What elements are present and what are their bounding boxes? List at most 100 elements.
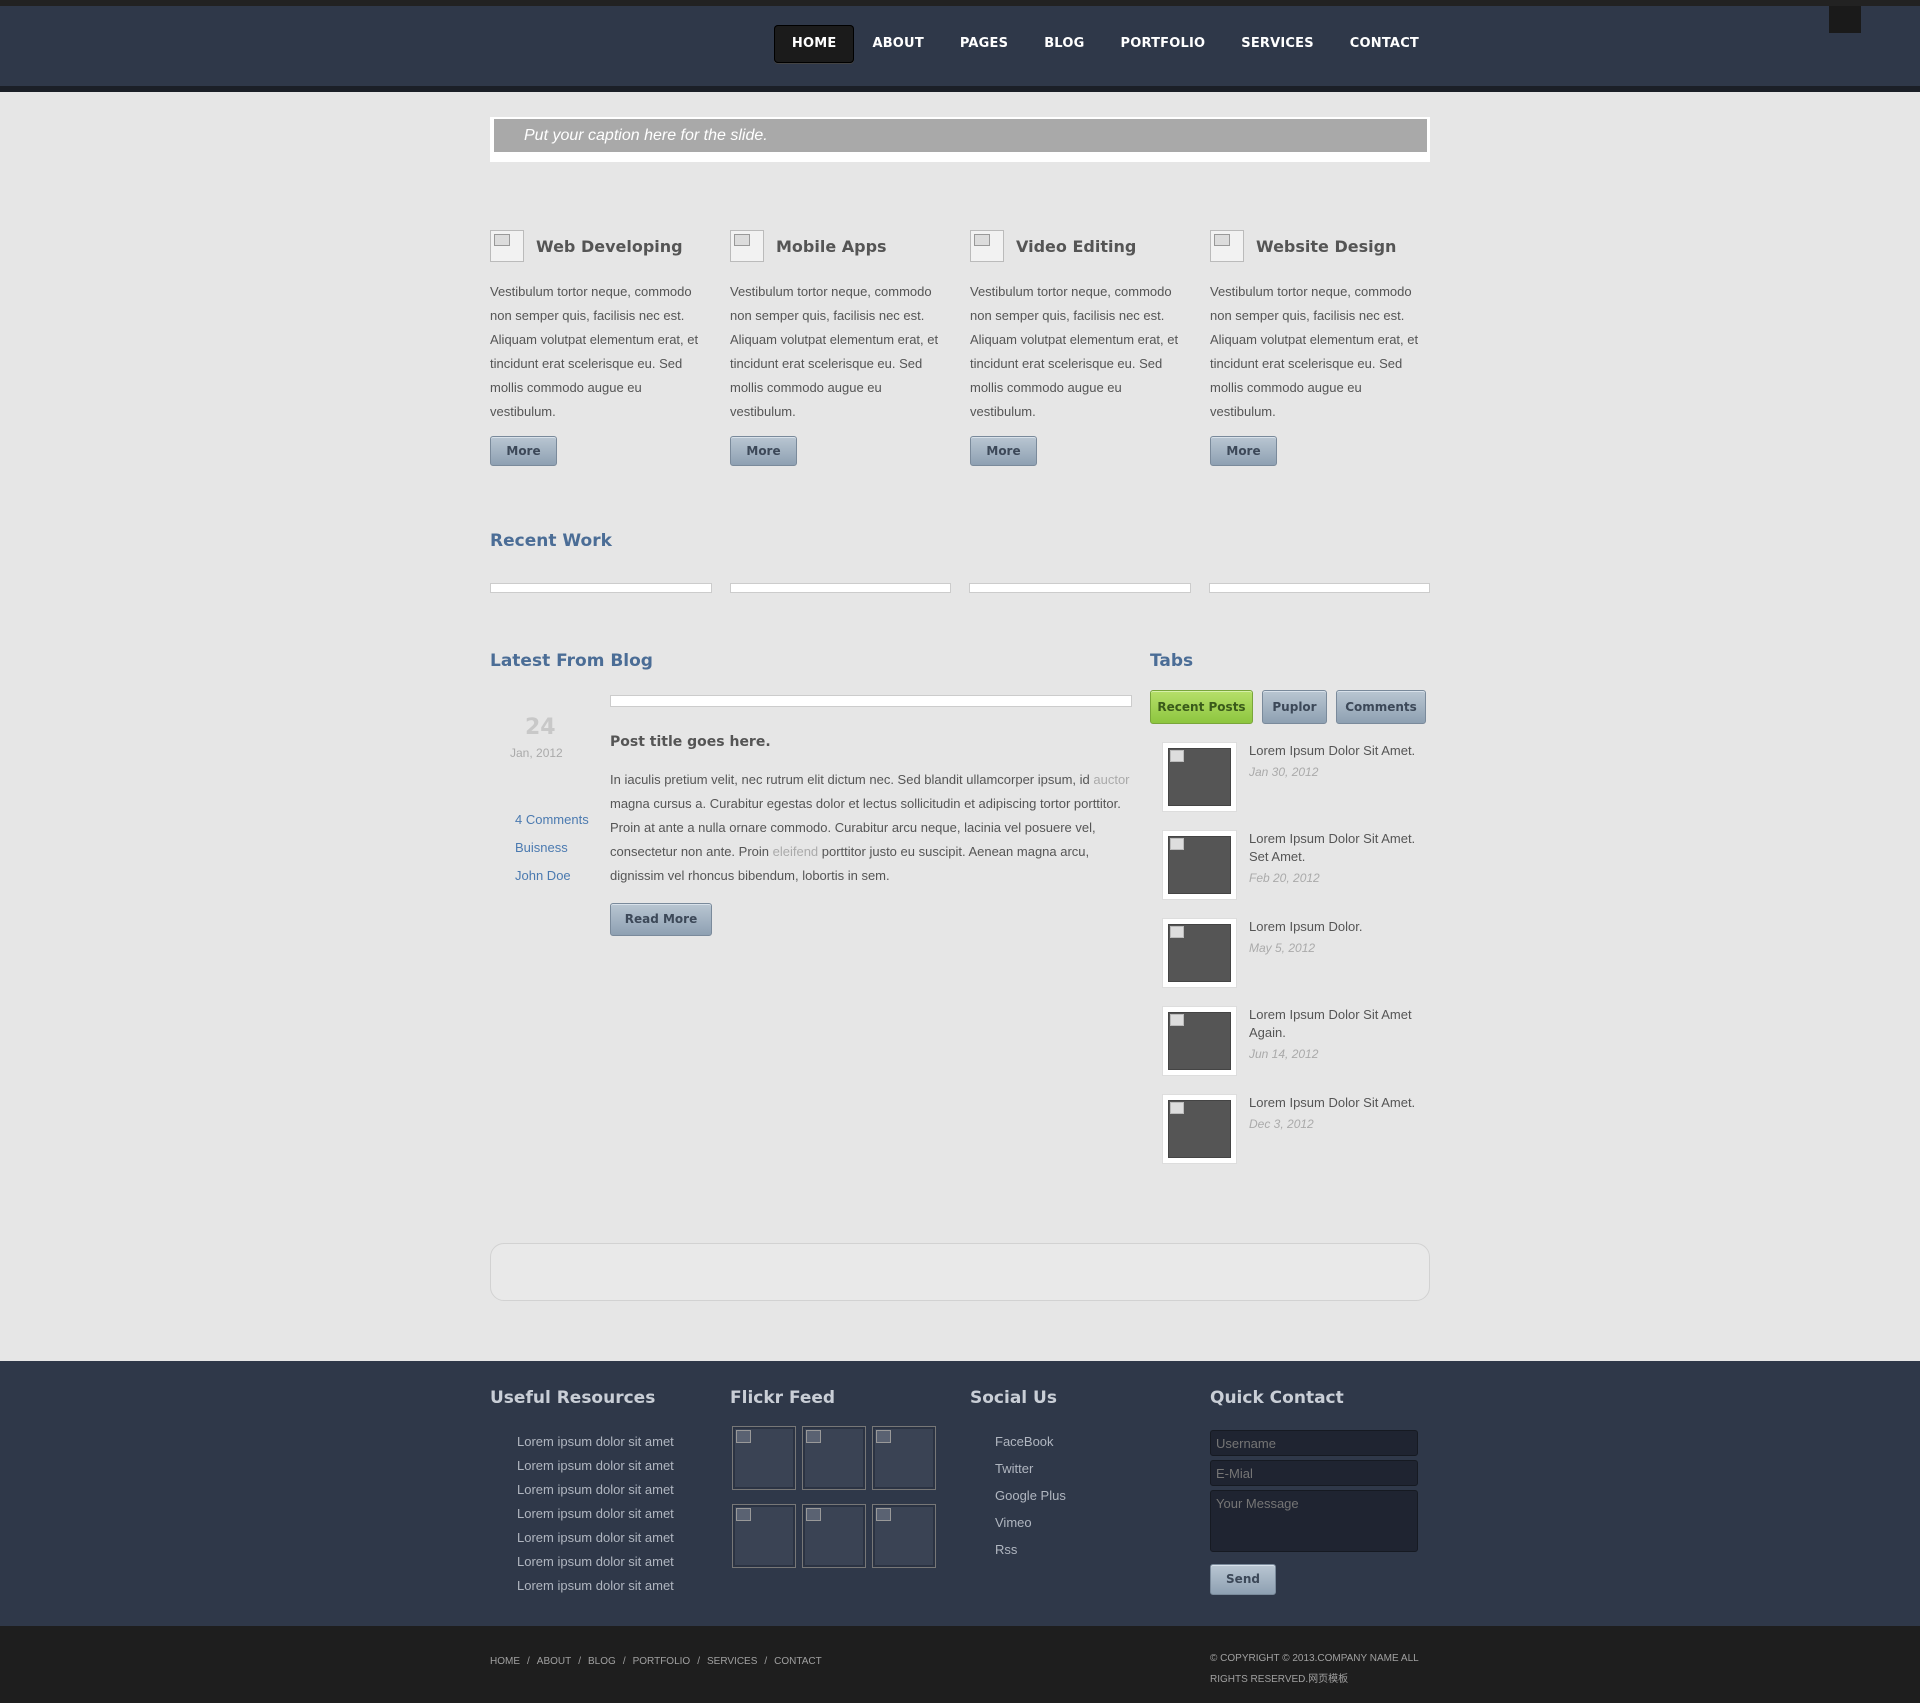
more-button[interactable]: More xyxy=(970,436,1037,466)
services-row: Web Developing Vestibulum tortor neque, … xyxy=(490,230,1430,466)
footer-social: Social Us FaceBook Twitter Google Plus V… xyxy=(970,1388,1170,1563)
post-month-year: Jan, 2012 xyxy=(510,746,563,760)
header-corner-tab[interactable] xyxy=(1829,6,1861,33)
post-link[interactable]: Lorem Ipsum Dolor Sit Amet. Set Amet. xyxy=(1249,830,1424,866)
post-category-link[interactable]: Buisness xyxy=(515,840,568,855)
slider[interactable]: Put your caption here for the slide. xyxy=(490,117,1430,162)
resource-link[interactable]: Lorem ipsum dolor sit amet xyxy=(517,1550,720,1574)
recent-posts-list: Lorem Ipsum Dolor Sit Amet. Jan 30, 2012 … xyxy=(1162,742,1432,1182)
footer-nav-blog[interactable]: BLOG xyxy=(588,1656,616,1667)
social-rss-link[interactable]: Rss xyxy=(995,1536,1170,1563)
footer-nav-home[interactable]: HOME xyxy=(490,1656,520,1667)
list-item[interactable]: Lorem Ipsum Dolor Sit Amet. Jan 30, 2012 xyxy=(1162,742,1432,830)
nav-about[interactable]: ABOUT xyxy=(854,25,941,63)
broken-image-icon xyxy=(970,230,1004,262)
post-link[interactable]: Lorem Ipsum Dolor Sit Amet Again. xyxy=(1249,1006,1424,1042)
footer-nav-portfolio[interactable]: PORTFOLIO xyxy=(633,1656,691,1667)
footer xyxy=(0,1361,1920,1626)
resource-link[interactable]: Lorem ipsum dolor sit amet xyxy=(517,1574,720,1598)
post-thumbnail[interactable] xyxy=(1162,1006,1237,1076)
post-thumbnail[interactable] xyxy=(1162,830,1237,900)
post-title[interactable]: Post title goes here. xyxy=(610,734,771,750)
post-image xyxy=(610,695,1132,707)
post-link[interactable]: Lorem Ipsum Dolor. xyxy=(1249,918,1424,936)
resource-link[interactable]: Lorem ipsum dolor sit amet xyxy=(517,1454,720,1478)
flickr-photo[interactable] xyxy=(732,1504,796,1568)
nav-portfolio[interactable]: PORTFOLIO xyxy=(1102,25,1223,63)
list-item[interactable]: Lorem Ipsum Dolor Sit Amet. Dec 3, 2012 xyxy=(1162,1094,1432,1182)
nav-home[interactable]: HOME xyxy=(773,25,855,63)
broken-image-icon xyxy=(730,230,764,262)
resource-link[interactable]: Lorem ipsum dolor sit amet xyxy=(517,1502,720,1526)
footer-nav-contact[interactable]: CONTACT xyxy=(774,1656,822,1667)
post-date: May 5, 2012 xyxy=(1249,941,1316,955)
footer-nav: HOME / ABOUT / BLOG / PORTFOLIO / SERVICES / CONTA… xyxy=(490,1656,822,1667)
post-link[interactable]: Lorem Ipsum Dolor Sit Amet. xyxy=(1249,742,1424,760)
work-item[interactable] xyxy=(490,583,712,593)
more-button[interactable]: More xyxy=(490,436,557,466)
message-textarea[interactable] xyxy=(1210,1490,1418,1552)
nav-separator: / xyxy=(697,1656,700,1667)
more-button[interactable]: More xyxy=(1210,436,1277,466)
social-vimeo-link[interactable]: Vimeo xyxy=(995,1509,1170,1536)
flickr-photo[interactable] xyxy=(872,1504,936,1568)
post-thumbnail[interactable] xyxy=(1162,1094,1237,1164)
blog-post: 24 Jan, 2012 4 Comments Buisness John Do… xyxy=(490,695,1132,945)
service-title: Web Developing xyxy=(536,236,683,256)
post-thumbnail[interactable] xyxy=(1162,918,1237,988)
work-item[interactable] xyxy=(969,583,1191,593)
recent-work-heading: Recent Work xyxy=(490,531,612,551)
social-google-plus-link[interactable]: Google Plus xyxy=(995,1482,1170,1509)
resource-link[interactable]: Lorem ipsum dolor sit amet xyxy=(517,1526,720,1550)
service-text: Vestibulum tortor neque, commodo non sem… xyxy=(730,284,939,419)
service-text: Vestibulum tortor neque, commodo non sem… xyxy=(1210,284,1419,419)
email-input[interactable] xyxy=(1210,1460,1418,1486)
post-text-part: In iaculis pretium velit, nec rutrum eli… xyxy=(610,772,1094,787)
nav-contact[interactable]: CONTACT xyxy=(1332,25,1437,63)
read-more-button[interactable]: Read More xyxy=(610,903,712,936)
tabs-heading: Tabs xyxy=(1150,651,1194,671)
service-web-developing: Web Developing Vestibulum tortor neque, … xyxy=(490,230,730,466)
post-thumbnail[interactable] xyxy=(1162,742,1237,812)
nav-services[interactable]: SERVICES xyxy=(1223,25,1332,63)
footer-nav-about[interactable]: ABOUT xyxy=(537,1656,571,1667)
list-item[interactable]: Lorem Ipsum Dolor Sit Amet Again. Jun 14,… xyxy=(1162,1006,1432,1094)
resource-link[interactable]: Lorem ipsum dolor sit amet xyxy=(517,1430,720,1454)
social-facebook-link[interactable]: FaceBook xyxy=(995,1428,1170,1455)
nav-pages[interactable]: PAGES xyxy=(942,25,1026,63)
flickr-photo[interactable] xyxy=(802,1426,866,1490)
bottom-bar: HOME / ABOUT / BLOG / PORTFOLIO / SERVICES / CONTA… xyxy=(0,1626,1920,1703)
work-item[interactable] xyxy=(729,583,951,593)
post-comments-link[interactable]: 4 Comments xyxy=(515,812,589,827)
list-item[interactable]: Lorem Ipsum Dolor. May 5, 2012 xyxy=(1162,918,1432,1006)
work-item[interactable] xyxy=(1208,583,1430,593)
flickr-photo[interactable] xyxy=(732,1426,796,1490)
nav-blog[interactable]: BLOG xyxy=(1026,25,1102,63)
service-website-design: Website Design Vestibulum tortor neque, … xyxy=(1210,230,1450,466)
list-item[interactable]: Lorem Ipsum Dolor Sit Amet. Set Amet. Feb… xyxy=(1162,830,1432,918)
send-button[interactable]: Send xyxy=(1210,1564,1276,1595)
inline-link-auctor[interactable]: auctor xyxy=(1093,772,1129,787)
footer-heading: Social Us xyxy=(970,1388,1057,1408)
tab-recent-posts[interactable]: Recent Posts xyxy=(1150,690,1253,724)
post-date: Jun 14, 2012 xyxy=(1249,1047,1319,1061)
broken-image-icon xyxy=(1210,230,1244,262)
footer-heading: Flickr Feed xyxy=(730,1388,836,1408)
tab-comments[interactable]: Comments xyxy=(1336,690,1426,724)
main-nav: HOME ABOUT PAGES BLOG PORTFOLIO SERVICES… xyxy=(773,25,1437,63)
social-twitter-link[interactable]: Twitter xyxy=(995,1455,1170,1482)
post-date: Jan 30, 2012 xyxy=(1249,765,1319,779)
service-text: Vestibulum tortor neque, commodo non sem… xyxy=(970,284,1179,419)
tab-popular[interactable]: Puplor xyxy=(1262,690,1327,724)
inline-link-eleifend[interactable]: eleifend xyxy=(773,844,819,859)
post-link[interactable]: Lorem Ipsum Dolor Sit Amet. xyxy=(1249,1094,1424,1112)
resource-link[interactable]: Lorem ipsum dolor sit amet xyxy=(517,1478,720,1502)
username-input[interactable] xyxy=(1210,1430,1418,1456)
more-button[interactable]: More xyxy=(730,436,797,466)
flickr-photo[interactable] xyxy=(872,1426,936,1490)
post-author-link[interactable]: John Doe xyxy=(515,868,571,883)
nav-separator: / xyxy=(764,1656,768,1667)
flickr-photo[interactable] xyxy=(802,1504,866,1568)
site-header: HOME ABOUT PAGES BLOG PORTFOLIO SERVICES… xyxy=(0,0,1920,92)
footer-nav-services[interactable]: SERVICES xyxy=(707,1656,757,1667)
